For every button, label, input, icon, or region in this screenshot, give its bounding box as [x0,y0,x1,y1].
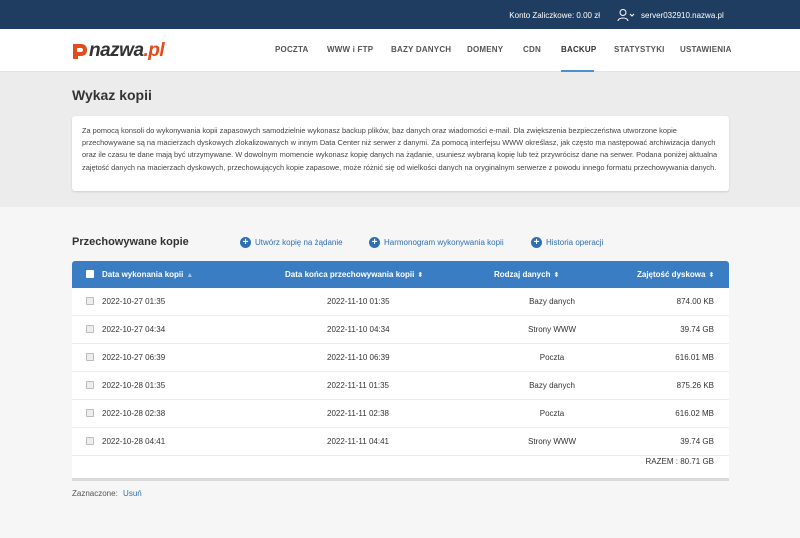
table-row: 2022-10-27 04:34 2022-11-10 04:34 Strony… [72,316,729,344]
top-bar: Konto Zaliczkowe: 0.00 zł server032910.n… [0,0,800,29]
table-row: 2022-10-28 01:35 2022-11-11 01:35 Bazy d… [72,372,729,400]
nav-backup[interactable]: BACKUP [561,45,596,54]
schedule-button[interactable]: + Harmonogram wykonywania kopii [369,237,504,248]
backup-date: 2022-10-27 06:39 [102,353,166,362]
backup-date: 2022-10-28 01:35 [102,381,166,390]
delete-link[interactable]: Usuń [123,489,142,498]
col-end-header[interactable]: Data końca przechowywania kopii ⬍ [285,270,423,279]
disk-usage: 875.26 KB [676,381,714,390]
nav-bazy-danych[interactable]: BAZY DANYCH [391,45,451,54]
select-all-checkbox[interactable] [86,270,94,278]
account-balance[interactable]: Konto Zaliczkowe: 0.00 zł [509,11,600,20]
main-navbar: nazwa.pl POCZTA WWW i FTP BAZY DANYCH DO… [0,29,800,72]
total-row: RAZEM : 80.71 GB [72,456,729,476]
sort-icon: ⬍ [708,272,715,279]
retention-end: 2022-11-11 04:41 [327,437,389,446]
nav-poczta[interactable]: POCZTA [275,45,309,54]
disk-usage: 616.02 MB [675,409,714,418]
plus-icon: + [240,237,251,248]
create-backup-button[interactable]: + Utwórz kopię na żądanie [240,237,343,248]
table-row: 2022-10-27 06:39 2022-11-10 06:39 Poczta… [72,344,729,372]
selected-label: Zaznaczone: [72,489,118,498]
server-name[interactable]: server032910.nazwa.pl [641,11,724,20]
retention-end: 2022-11-11 01:35 [327,381,389,390]
row-checkbox[interactable] [86,381,94,389]
selection-actions: Zaznaczone: Usuń [72,489,142,498]
col-type-header[interactable]: Rodzaj danych ⬍ [494,270,559,279]
col-size-header[interactable]: Zajętość dyskowa ⬍ [637,270,714,279]
backups-table: Data wykonania kopii ▲ Data końca przecho… [72,261,729,481]
row-checkbox[interactable] [86,297,94,305]
sort-icon: ▲ [186,272,194,279]
backup-date: 2022-10-27 04:34 [102,325,166,334]
nav-www-ftp[interactable]: WWW i FTP [327,45,373,54]
row-checkbox[interactable] [86,409,94,417]
disk-usage: 39.74 GB [680,325,714,334]
total-usage: RAZEM : 80.71 GB [645,457,714,466]
logo[interactable]: nazwa.pl [72,40,165,61]
user-icon[interactable] [617,8,635,22]
sort-icon: ⬍ [417,272,424,279]
table-row: 2022-10-28 02:38 2022-11-11 02:38 Poczta… [72,400,729,428]
col-date-header[interactable]: Data wykonania kopii ▲ [102,270,193,279]
nav-statystyki[interactable]: STATYSTYKI [614,45,665,54]
retention-end: 2022-11-10 04:34 [327,325,390,334]
row-checkbox[interactable] [86,437,94,445]
disk-usage: 874.00 KB [676,297,714,306]
sort-icon: ⬍ [553,272,560,279]
backup-date: 2022-10-27 01:35 [102,297,166,306]
history-button[interactable]: + Historia operacji [531,237,603,248]
retention-end: 2022-11-10 01:35 [327,297,390,306]
nav-cdn[interactable]: CDN [523,45,541,54]
nav-ustawienia[interactable]: USTAWIENIA [680,45,732,54]
disk-usage: 616.01 MB [675,353,714,362]
table-header: Data wykonania kopii ▲ Data końca przecho… [72,261,729,288]
nav-domeny[interactable]: DOMENY [467,45,503,54]
row-checkbox[interactable] [86,353,94,361]
logo-text: nazwa.pl [89,40,165,61]
backup-date: 2022-10-28 02:38 [102,409,166,418]
retention-end: 2022-11-11 02:38 [327,409,389,418]
table-row: 2022-10-27 01:35 2022-11-10 01:35 Bazy d… [72,288,729,316]
logo-mark-icon [73,44,87,59]
section-title: Przechowywane kopie [72,236,189,248]
retention-end: 2022-11-10 06:39 [327,353,390,362]
backup-date: 2022-10-28 04:41 [102,437,166,446]
plus-icon: + [369,237,380,248]
page-title: Wykaz kopii [72,87,152,103]
table-row: 2022-10-28 04:41 2022-11-11 04:41 Strony… [72,428,729,456]
row-checkbox[interactable] [86,325,94,333]
disk-usage: 39.74 GB [680,437,714,446]
plus-icon: + [531,237,542,248]
info-description: Za pomocą konsoli do wykonywania kopii z… [72,116,729,191]
